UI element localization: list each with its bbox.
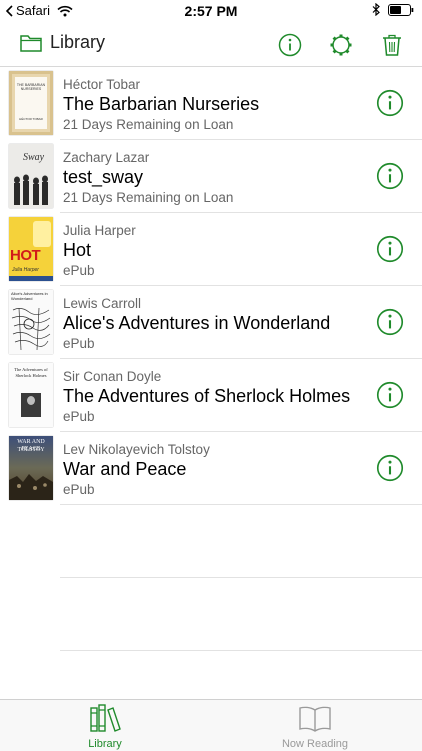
book-cover: Alice's Adventures in Wonderland [9,290,53,354]
books-icon [90,704,121,732]
tab-now-reading-label: Now Reading [281,738,349,750]
empty-row [0,578,422,651]
settings-button[interactable] [326,30,356,60]
book-author: Lev Nikolayevich Tolstoy [63,442,210,457]
open-book-icon [299,706,331,732]
cover-author-text: Julia Harper [12,267,39,273]
book-info-icon[interactable] [376,235,404,263]
book-status: 21 Days Remaining on Loan [63,117,234,132]
nav-title: Library [50,32,106,52]
book-author: Sir Conan Doyle [63,369,162,384]
folder-icon [20,34,42,52]
status-bar: Safari 2:57 PM [0,0,422,24]
tab-library-label: Library [88,738,122,750]
cover-title-text: The Adventures of Sherlock Holmes [14,367,48,378]
book-title: Alice's Adventures in Wonderland [63,313,331,333]
empty-row [0,505,422,578]
cover-title-text: THE BARBARIAN NURSERIES [16,83,46,91]
book-cover: HOT Julia Harper [9,217,53,281]
tab-now-reading[interactable]: Now Reading [255,704,375,750]
book-row[interactable]: Alice's Adventures in Wonderland Lewis C… [0,286,422,359]
book-format: ePub [63,263,95,278]
book-row[interactable]: Sway Zachary Lazar test_sway 21 Days Rem… [0,140,422,213]
tab-library[interactable]: Library [45,704,165,750]
navigation-bar: Library [0,24,422,67]
book-format: ePub [63,482,95,497]
book-row[interactable]: The Adventures of Sherlock Holmes Sir Co… [0,359,422,432]
cover-author-text: HÉCTOR TOBAR [19,117,43,121]
book-status: 21 Days Remaining on Loan [63,190,234,205]
cover-figures-image [14,174,48,205]
book-cover: Sway [9,144,53,208]
tab-bar: Library Now Reading [0,699,422,751]
book-cover: THE BARBARIAN NURSERIES HÉCTOR TOBAR [9,71,53,135]
book-cover: WAR AND PEACE TOLSTOY [9,436,53,500]
book-title: test_sway [63,167,144,187]
library-folder-button[interactable]: Library [20,32,105,53]
book-info-icon[interactable] [376,308,404,336]
info-button[interactable] [275,30,305,60]
book-cover: The Adventures of Sherlock Holmes [9,363,53,427]
book-author: Lewis Carroll [63,296,142,311]
gear-icon [330,34,352,56]
trash-icon [383,34,401,56]
cover-title-text: HOT [10,247,41,264]
book-author: Héctor Tobar [63,77,141,92]
battery-icon [388,3,414,16]
book-title: The Barbarian Nurseries [63,94,260,114]
row-divider [60,650,422,651]
bluetooth-icon [372,3,380,16]
book-author: Zachary Lazar [63,150,150,165]
book-row[interactable]: WAR AND PEACE TOLSTOY Lev Nikolayevich T… [0,432,422,505]
book-info-icon[interactable] [376,454,404,482]
book-title: Hot [63,240,92,260]
book-info-icon[interactable] [376,381,404,409]
cover-portrait-image [21,393,41,417]
book-title: War and Peace [63,459,187,479]
book-title: The Adventures of Sherlock Holmes [63,386,351,406]
book-format: ePub [63,409,95,424]
book-list: THE BARBARIAN NURSERIES HÉCTOR TOBAR Héc… [0,67,422,651]
cover-battle-image [9,474,53,500]
book-format: ePub [63,336,95,351]
status-time: 2:57 PM [184,3,238,19]
info-icon [278,33,302,57]
book-row[interactable]: HOT Julia Harper Julia Harper Hot ePub [0,213,422,286]
book-author: Julia Harper [63,223,136,238]
book-info-icon[interactable] [376,162,404,190]
book-info-icon[interactable] [376,89,404,117]
book-row[interactable]: THE BARBARIAN NURSERIES HÉCTOR TOBAR Héc… [0,67,422,140]
delete-button[interactable] [377,30,407,60]
cover-illustration-image [11,307,51,351]
